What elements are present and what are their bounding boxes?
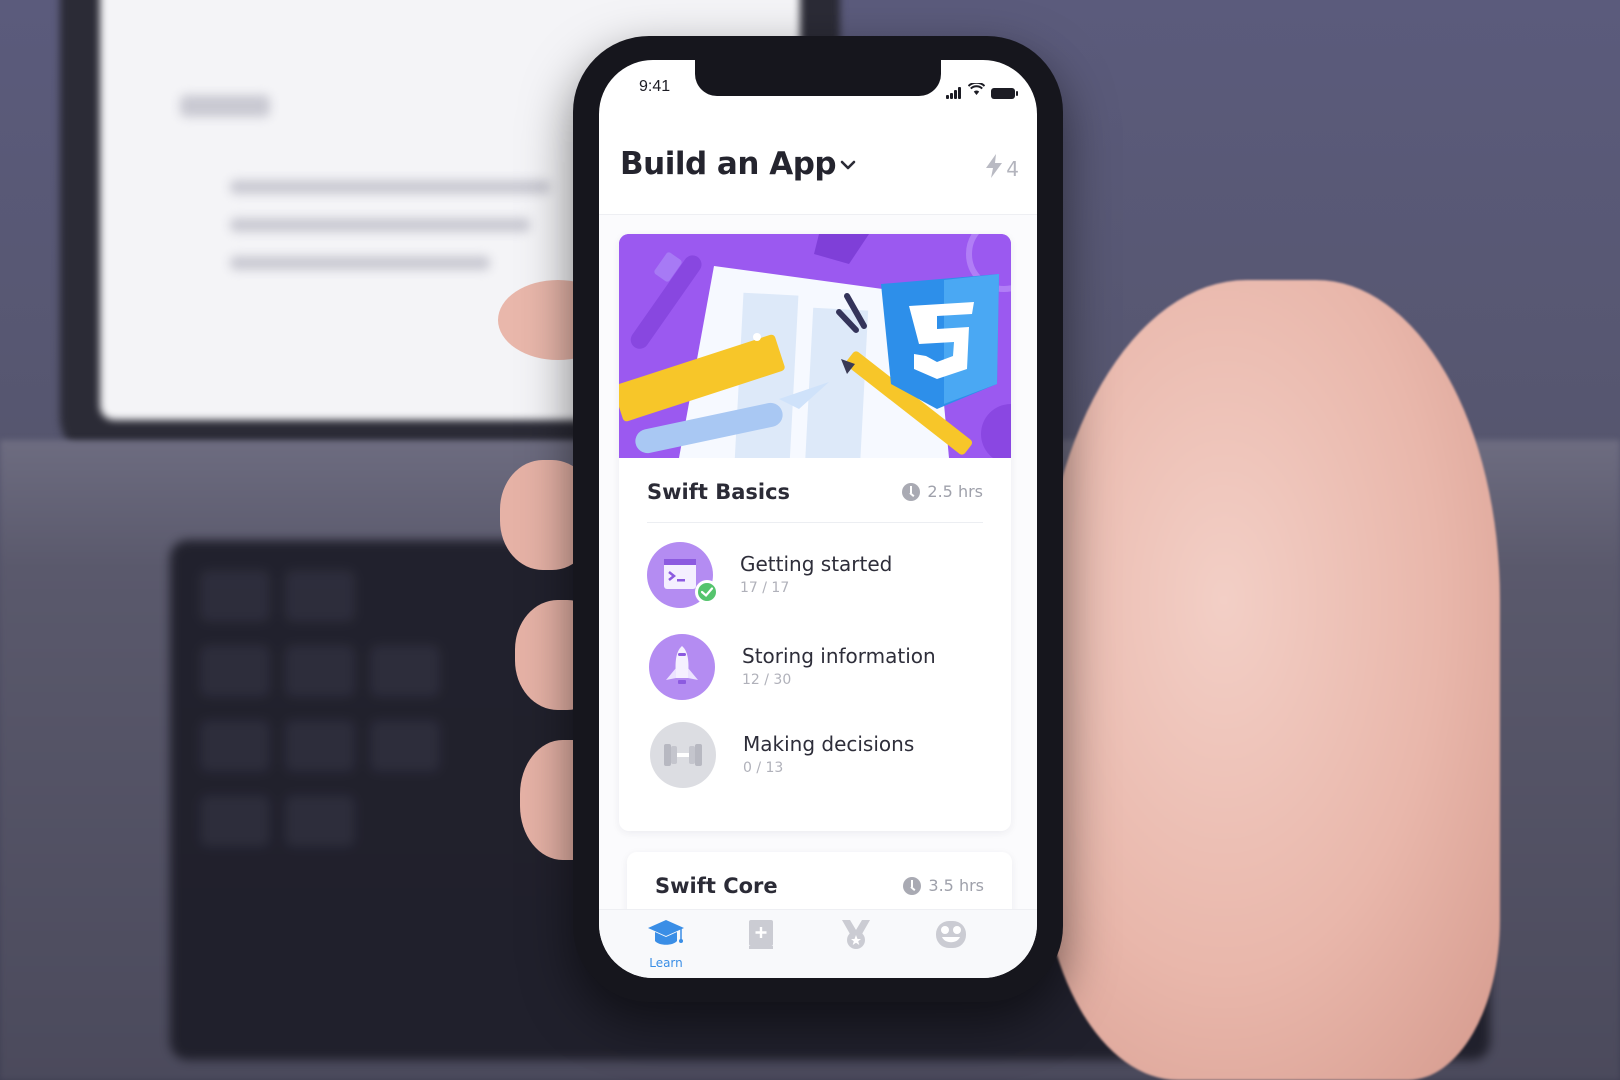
- background-blur-text: [230, 180, 550, 194]
- lesson-progress: 12 / 30: [742, 672, 792, 688]
- lesson-item[interactable]: Making decisions 0 / 13: [650, 722, 1010, 792]
- phone-screen: 9:41 Build an App 4 Swift Basics 2.5 hrs…: [599, 60, 1037, 978]
- duration-text: 3.5 hrs: [928, 876, 984, 895]
- app-header: Build an App 4: [599, 132, 1037, 215]
- background-blur-text: [230, 256, 490, 270]
- completed-check-icon: [695, 580, 719, 604]
- chevron-down-icon[interactable]: [837, 154, 859, 176]
- tab-profile[interactable]: [916, 918, 986, 974]
- lesson-item[interactable]: Getting started 17 / 17: [647, 542, 1007, 612]
- course-card[interactable]: Swift Basics 2.5 hrs Getting started 17 …: [619, 234, 1011, 831]
- lesson-name: Storing information: [742, 644, 936, 668]
- notebook-plus-icon: [746, 920, 776, 954]
- phone-device: 9:41 Build an App 4 Swift Basics 2.5 hrs…: [573, 36, 1063, 1002]
- lesson-progress: 17 / 17: [740, 580, 790, 596]
- medal-icon: [840, 920, 872, 954]
- status-time: 9:41: [639, 78, 671, 95]
- tab-notebook[interactable]: [726, 918, 796, 974]
- course-header: Swift Basics 2.5 hrs: [647, 458, 983, 523]
- streak-count: 4: [1006, 156, 1019, 181]
- lesson-item[interactable]: Storing information 12 / 30: [649, 634, 1009, 704]
- clock-icon: [902, 482, 921, 501]
- course-banner-illustration: [619, 234, 1011, 458]
- battery-icon: [991, 88, 1018, 99]
- lesson-progress: 0 / 13: [743, 760, 784, 776]
- phone-notch: [695, 60, 941, 96]
- wifi-icon: [967, 80, 986, 99]
- background-blur-text: [230, 218, 530, 232]
- course-header: Swift Core 3.5 hrs: [655, 852, 984, 915]
- background-blur-text: [180, 95, 270, 117]
- course-duration: 3.5 hrs: [903, 876, 984, 895]
- course-title: Swift Basics: [647, 480, 791, 504]
- streak-counter[interactable]: 4: [985, 154, 1019, 183]
- course-duration: 2.5 hrs: [902, 482, 983, 501]
- lesson-name: Getting started: [740, 552, 893, 576]
- lesson-name: Making decisions: [743, 732, 915, 756]
- duration-text: 2.5 hrs: [927, 482, 983, 501]
- dumbbell-icon: [650, 722, 716, 788]
- lightning-bolt-icon: [985, 154, 1003, 183]
- rocket-icon: [649, 634, 715, 700]
- course-card[interactable]: Swift Core 3.5 hrs: [627, 852, 1012, 915]
- robot-face-icon: [934, 921, 968, 954]
- tab-bar: Learn: [599, 909, 1037, 978]
- track-title[interactable]: Build an App: [620, 146, 837, 182]
- tab-label: Learn: [649, 956, 683, 970]
- clock-icon: [903, 876, 922, 895]
- tab-achievements[interactable]: [821, 918, 891, 974]
- cellular-signal-icon: [946, 87, 962, 99]
- hand: [1040, 280, 1500, 1080]
- course-title: Swift Core: [655, 874, 778, 898]
- tab-learn[interactable]: Learn: [631, 918, 701, 974]
- status-icons: [946, 80, 1018, 99]
- course-list: Swift Basics 2.5 hrs Getting started 17 …: [599, 215, 1037, 915]
- graduation-cap-icon: [646, 920, 686, 954]
